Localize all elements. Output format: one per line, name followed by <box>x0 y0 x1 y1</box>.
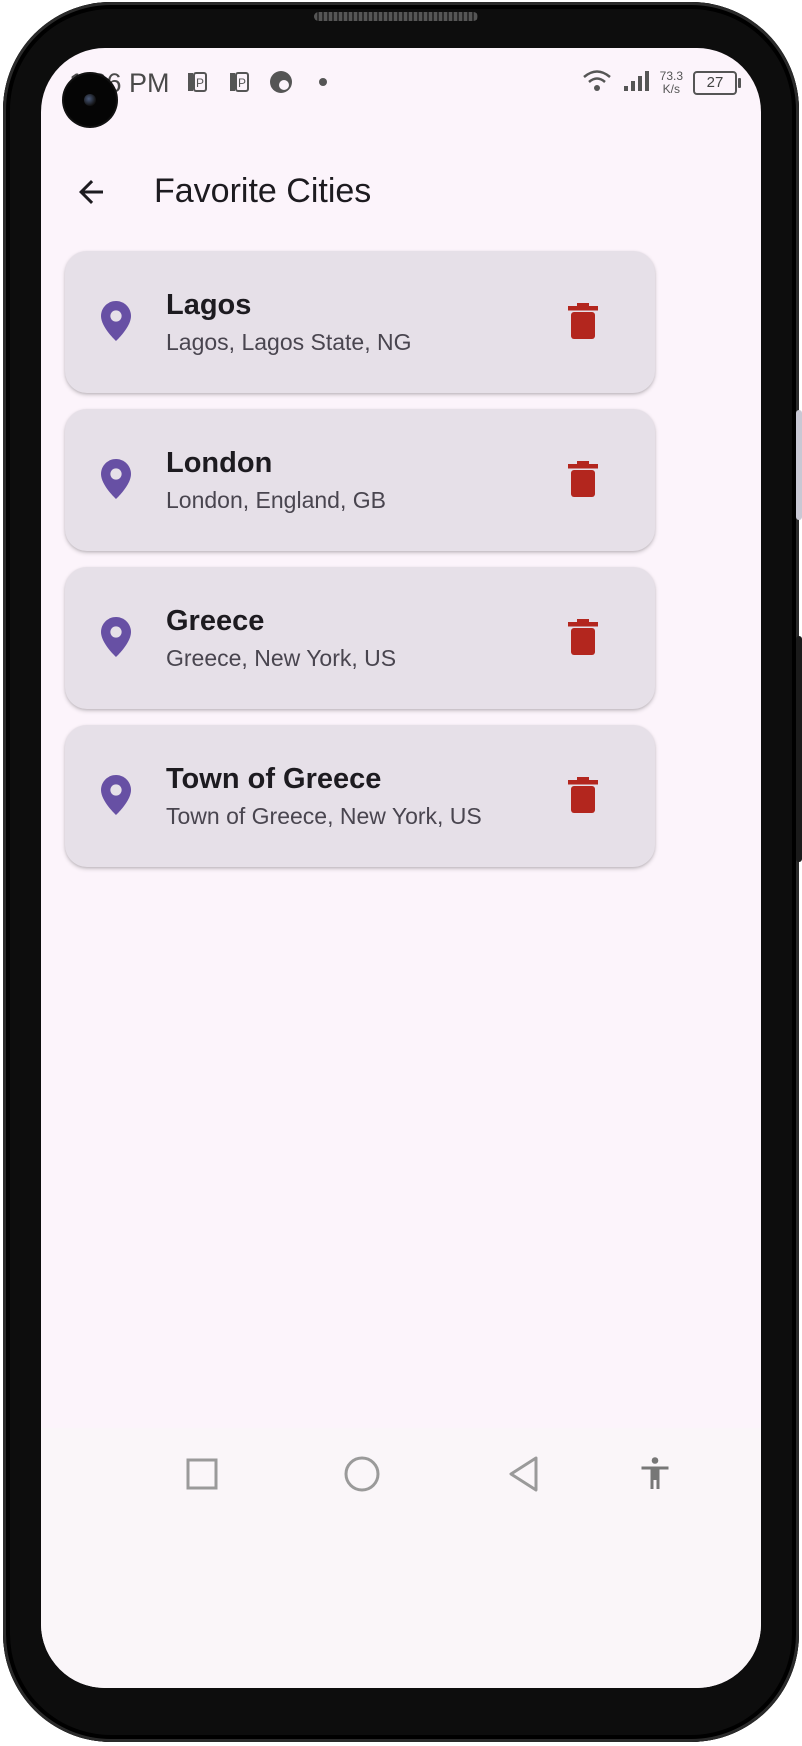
circle-icon <box>344 1456 380 1492</box>
city-card[interactable]: Town of Greece Town of Greece, New York,… <box>65 725 655 867</box>
net-speed-unit: K/s <box>662 81 680 96</box>
delete-button[interactable] <box>559 771 607 819</box>
earpiece-speaker <box>314 12 478 21</box>
location-pin-icon <box>101 301 131 341</box>
trash-icon <box>568 777 598 813</box>
city-name: Greece <box>166 605 265 637</box>
dot-icon <box>309 68 337 96</box>
volume-button <box>796 410 802 520</box>
city-name: Lagos <box>166 289 252 321</box>
status-right: 73.3 K/s 27 <box>582 68 741 97</box>
accessibility-button[interactable] <box>631 1450 679 1498</box>
city-name: Town of Greece <box>166 763 382 795</box>
location-pin-icon <box>101 775 131 815</box>
city-detail: London, England, GB <box>166 487 386 513</box>
city-card[interactable]: Greece Greece, New York, US <box>65 567 655 709</box>
status-notification-icons: P P <box>183 68 337 96</box>
battery-indicator: 27 <box>693 70 741 95</box>
phone-frame: 1:36 PM P P 73.3 K/s 27 Favorite Cities … <box>0 0 802 1746</box>
city-card[interactable]: Lagos Lagos, Lagos State, NG <box>65 251 655 393</box>
net-speed-value: 73.3 <box>659 68 683 83</box>
trash-icon <box>568 461 598 497</box>
location-pin-icon <box>101 459 131 499</box>
city-detail: Lagos, Lagos State, NG <box>166 329 412 355</box>
delete-button[interactable] <box>559 455 607 503</box>
city-detail: Town of Greece, New York, US <box>166 803 482 829</box>
status-bar: 1:36 PM P P 73.3 K/s 27 <box>41 48 761 120</box>
back-button[interactable] <box>67 168 115 216</box>
notification-p-icon: P <box>183 68 211 96</box>
page-title: Favorite Cities <box>154 172 372 210</box>
power-button <box>796 636 802 862</box>
net-speed: 73.3 K/s <box>659 68 683 96</box>
square-icon <box>186 1458 218 1490</box>
delete-button[interactable] <box>559 297 607 345</box>
city-detail: Greece, New York, US <box>166 645 397 671</box>
svg-text:P: P <box>238 76 246 90</box>
front-camera <box>64 74 116 126</box>
back-nav-button[interactable] <box>499 1450 547 1498</box>
vpn-globe-icon <box>267 68 295 96</box>
trash-icon <box>568 303 598 339</box>
notification-p-icon: P <box>225 68 253 96</box>
trash-icon <box>568 619 598 655</box>
system-nav-bar <box>41 1428 761 1688</box>
delete-button[interactable] <box>559 613 607 661</box>
location-pin-icon <box>101 617 131 657</box>
city-list: Lagos Lagos, Lagos State, NG London Lond… <box>65 251 655 883</box>
app-bar: Favorite Cities <box>41 144 761 240</box>
wifi-icon <box>582 68 612 97</box>
screen: 1:36 PM P P 73.3 K/s 27 Favorite Cities … <box>41 48 761 1688</box>
city-card[interactable]: London London, England, GB <box>65 409 655 551</box>
arrow-back-icon <box>79 180 103 204</box>
recents-button[interactable] <box>178 1450 226 1498</box>
svg-text:P: P <box>196 76 204 90</box>
city-name: London <box>166 447 273 479</box>
triangle-back-icon <box>509 1456 538 1492</box>
signal-icon <box>622 68 650 97</box>
accessibility-icon <box>641 1457 669 1489</box>
home-button[interactable] <box>338 1450 386 1498</box>
